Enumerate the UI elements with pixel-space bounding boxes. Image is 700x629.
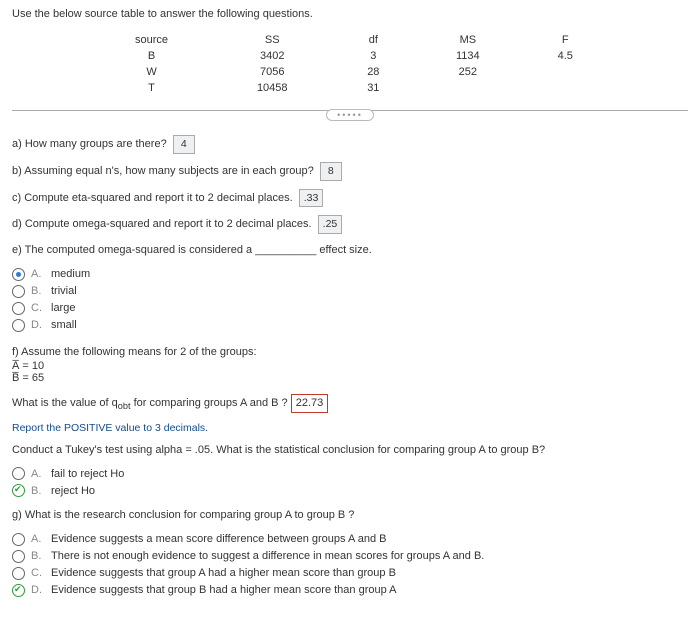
radio-icon[interactable] bbox=[12, 268, 25, 281]
means-block: A̅ = 10 B̅ = 65 bbox=[12, 360, 688, 384]
option-e-a[interactable]: A.medium bbox=[12, 268, 688, 281]
option-f-a[interactable]: A.fail to reject Ho bbox=[12, 467, 688, 480]
radio-icon[interactable] bbox=[12, 533, 25, 546]
radio-icon[interactable] bbox=[12, 567, 25, 580]
radio-icon[interactable] bbox=[12, 302, 25, 315]
option-e-d[interactable]: D.small bbox=[12, 319, 688, 332]
options-g: A.Evidence suggests a mean score differe… bbox=[12, 533, 688, 597]
radio-icon[interactable] bbox=[12, 285, 25, 298]
question-d: d) Compute omega-squared and report it t… bbox=[12, 215, 688, 234]
answer-d[interactable]: .25 bbox=[318, 215, 343, 234]
option-g-b[interactable]: B.There is not enough evidence to sugges… bbox=[12, 550, 688, 563]
question-c: c) Compute eta-squared and report it to … bbox=[12, 189, 688, 208]
note-positive: Report the POSITIVE value to 3 decimals. bbox=[12, 422, 688, 434]
answer-a[interactable]: 4 bbox=[173, 135, 195, 154]
answer-c[interactable]: .33 bbox=[299, 189, 324, 208]
answer-f-q[interactable]: 22.73 bbox=[291, 394, 329, 414]
answer-b[interactable]: 8 bbox=[320, 162, 342, 181]
collapse-toggle[interactable]: ••••• bbox=[12, 109, 688, 121]
col-ms: MS bbox=[415, 32, 520, 48]
anova-table: source SS df MS F B 3402 3 1134 4.5 W 70… bbox=[90, 32, 610, 96]
question-f-tukey: Conduct a Tukey's test using alpha = .05… bbox=[12, 442, 688, 460]
col-df: df bbox=[331, 32, 415, 48]
question-e: e) The computed omega-squared is conside… bbox=[12, 242, 688, 260]
option-g-a[interactable]: A.Evidence suggests a mean score differe… bbox=[12, 533, 688, 546]
option-g-d[interactable]: D.Evidence suggests that group B had a h… bbox=[12, 584, 688, 597]
radio-icon[interactable] bbox=[12, 319, 25, 332]
table-row: W 7056 28 252 bbox=[90, 64, 610, 80]
options-e: A.medium B.trivial C.large D.small bbox=[12, 268, 688, 332]
radio-icon[interactable] bbox=[12, 467, 25, 480]
table-row: T 10458 31 bbox=[90, 80, 610, 96]
option-e-c[interactable]: C.large bbox=[12, 302, 688, 315]
prompt-text: Use the below source table to answer the… bbox=[12, 8, 688, 20]
radio-icon[interactable] bbox=[12, 550, 25, 563]
question-f: f) Assume the following means for 2 of t… bbox=[12, 346, 688, 358]
option-f-b[interactable]: B.reject Ho bbox=[12, 484, 688, 497]
option-g-c[interactable]: C.Evidence suggests that group A had a h… bbox=[12, 567, 688, 580]
check-icon[interactable] bbox=[12, 584, 25, 597]
question-b: b) Assuming equal n's, how many subjects… bbox=[12, 162, 688, 181]
question-a: a) How many groups are there? 4 bbox=[12, 135, 688, 154]
col-source: source bbox=[90, 32, 213, 48]
col-f: F bbox=[520, 32, 610, 48]
col-ss: SS bbox=[213, 32, 331, 48]
check-icon[interactable] bbox=[12, 484, 25, 497]
question-f-q: What is the value of qobt for comparing … bbox=[12, 394, 688, 414]
options-f: A.fail to reject Ho B.reject Ho bbox=[12, 467, 688, 497]
question-g: g) What is the research conclusion for c… bbox=[12, 507, 688, 525]
option-e-b[interactable]: B.trivial bbox=[12, 285, 688, 298]
table-row: B 3402 3 1134 4.5 bbox=[90, 48, 610, 64]
